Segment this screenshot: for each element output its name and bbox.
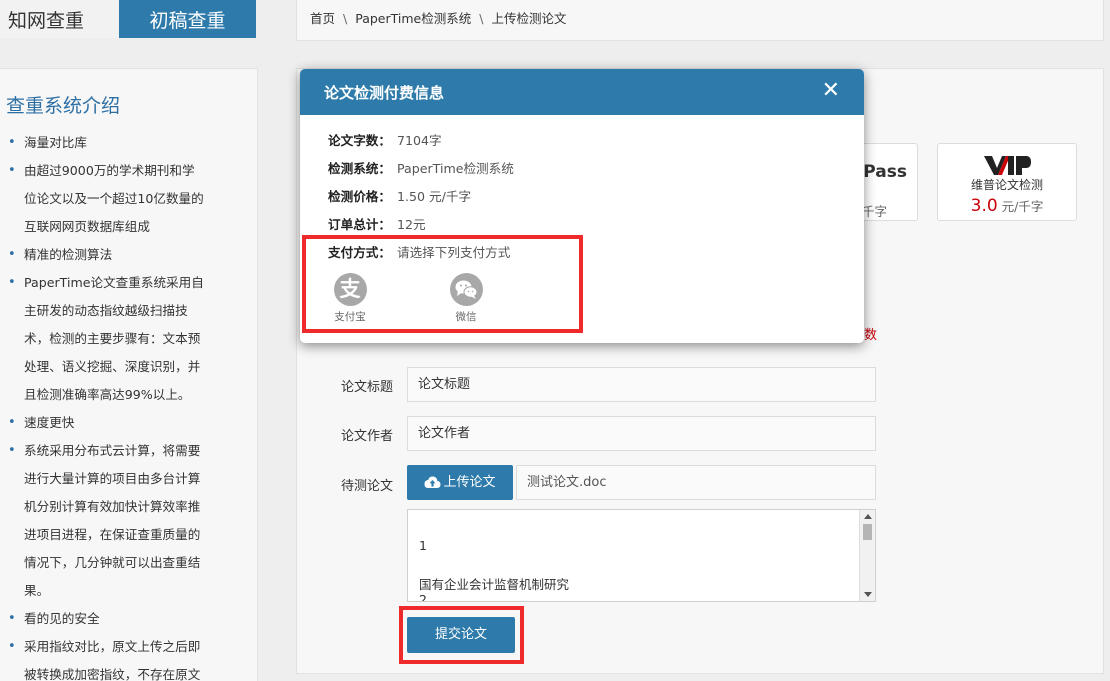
info-value: PaperTime检测系统 [396, 161, 514, 176]
sidebar: 查重系统介绍 海量对比库 由超过9000万的学术期刊和学 位论文以及一个超过10… [0, 68, 258, 681]
sidebar-text: 果。 [24, 583, 50, 598]
service-card-unit: 千字 [861, 204, 887, 219]
author-input[interactable]: 论文作者 [407, 416, 876, 451]
tab-cnki-check[interactable]: 知网查重 [0, 0, 119, 38]
modal-header: 论文检测付费信息 ✕ [300, 69, 864, 115]
price-value: 3.0 [970, 196, 998, 216]
pay-option-wechat[interactable]: 微信 [436, 273, 496, 324]
content-line: 2 [419, 592, 427, 602]
breadcrumb-system-link[interactable]: PaperTime检测系统 [355, 11, 471, 26]
author-label: 论文作者 [341, 429, 394, 444]
info-row-price: 检测价格： 1.50 元/千字 [328, 186, 471, 205]
content-line: 国有企业会计监督机制研究 [419, 577, 570, 592]
scroll-up-arrow-icon[interactable] [864, 514, 872, 519]
sidebar-text: 互联网网页数据库组成 [24, 219, 150, 234]
modal-title: 论文检测付费信息 [324, 84, 445, 102]
vip-logo-icon [984, 156, 1031, 175]
price-unit: 元/千字 [997, 199, 1044, 214]
breadcrumb-separator: \ [343, 11, 348, 26]
pay-option-alipay[interactable]: 支 支付宝 [320, 273, 380, 324]
paper-content-textarea[interactable]: 1 国有企业会计监督机制研究 2 [407, 509, 876, 602]
sidebar-text: 机分别计算有效加快计算效率推 [24, 499, 201, 514]
sidebar-text: 处理、语义挖掘、深度识别，并 [24, 359, 201, 374]
sidebar-title: 查重系统介绍 [6, 95, 121, 117]
service-card-vip[interactable]: 维普论文检测 3.0 元/千字 [937, 143, 1077, 221]
info-row-total: 订单总计： 12元 [328, 214, 426, 233]
sidebar-heading-security: 看的见的安全 [8, 605, 228, 633]
breadcrumb-separator: \ [479, 11, 484, 26]
sidebar-text: 术，检测的主要步骤有：文本预 [24, 331, 201, 346]
sidebar-heading-algorithm: 精准的检测算法 [8, 241, 228, 269]
sidebar-text: 位论文以及一个超过10亿数量的 [24, 191, 204, 206]
title-input[interactable]: 论文标题 [407, 367, 876, 402]
sidebar-text: 被转换成加密指纹，不存在原文 [24, 667, 201, 681]
upload-button-label: 上传论文 [443, 475, 496, 490]
sidebar-intro-list: 海量对比库 由超过9000万的学术期刊和学 位论文以及一个超过10亿数量的 互联… [8, 129, 228, 681]
sidebar-text: 采用指纹对比，原文上传之后即 [8, 633, 228, 661]
info-key: 论文字数： [328, 133, 391, 148]
upload-paper-button[interactable]: 上传论文 [407, 465, 513, 500]
submit-paper-button[interactable]: 提交论文 [407, 617, 515, 653]
file-name-field: 测试论文.doc [516, 465, 876, 500]
info-key: 检测价格： [328, 189, 391, 204]
wechat-bubbles-icon [455, 280, 477, 299]
pay-option-label: 支付宝 [334, 311, 366, 323]
service-card-price: 3.0 元/千字 [938, 196, 1076, 216]
tab-draft-check[interactable]: 初稿查重 [119, 0, 256, 38]
sidebar-text: 情况下，几分钟就可以出查重结 [24, 555, 201, 570]
scroll-down-arrow-icon[interactable] [864, 592, 872, 597]
sidebar-text: PaperTime论文查重系统采用自 [8, 269, 228, 297]
close-icon[interactable]: ✕ [822, 78, 840, 104]
alipay-icon: 支 [333, 273, 367, 306]
breadcrumb: 首页 \ PaperTime检测系统 \ 上传检测论文 [296, 0, 1104, 41]
file-label: 待测论文 [341, 479, 394, 494]
service-card-name: 维普论文检测 [970, 178, 1043, 192]
info-value: 7104字 [396, 133, 442, 148]
textarea-scrollbar[interactable] [859, 510, 875, 601]
sidebar-text: 主研发的动态指纹越级扫描技 [24, 303, 188, 318]
info-row-payment-method: 支付方式： 请选择下列支付方式 [328, 242, 510, 261]
info-row-system: 检测系统： PaperTime检测系统 [328, 158, 514, 177]
info-key: 支付方式： [328, 245, 391, 260]
payment-info-modal: 论文检测付费信息 ✕ 论文字数： 7104字 检测系统： PaperTime检测系统… [300, 69, 864, 343]
info-key: 订单总计： [328, 217, 391, 232]
alipay-glyph: 支 [339, 277, 361, 301]
sidebar-text: 进项目进程，在保证查重质量的 [24, 527, 201, 542]
sidebar-heading-speed: 速度更快 [8, 409, 228, 437]
sidebar-text: 系统采用分布式云计算，将需要 [8, 437, 228, 465]
title-label: 论文标题 [341, 380, 394, 395]
info-key: 检测系统： [328, 161, 391, 176]
scrollbar-thumb[interactable] [863, 524, 872, 540]
sidebar-text: 且检测准确率高达99%以上。 [24, 387, 191, 402]
breadcrumb-home-link[interactable]: 首页 [310, 11, 335, 26]
content-line: 1 [419, 538, 427, 553]
info-value: 1.50 元/千字 [396, 189, 472, 204]
sidebar-text: 进行大量计算的项目由多台计算 [24, 471, 201, 486]
pay-option-label: 微信 [455, 311, 477, 323]
wechat-icon [449, 273, 483, 306]
info-value: 12元 [396, 217, 426, 232]
sidebar-text: 由超过9000万的学术期刊和学 [8, 157, 228, 185]
cloud-upload-icon [424, 476, 441, 488]
info-row-word-count: 论文字数： 7104字 [328, 130, 442, 149]
word-count-hint: 数 [864, 328, 878, 343]
breadcrumb-current: 上传检测论文 [491, 11, 567, 26]
sidebar-heading-database: 海量对比库 [8, 129, 228, 157]
info-value: 请选择下列支付方式 [396, 245, 511, 260]
